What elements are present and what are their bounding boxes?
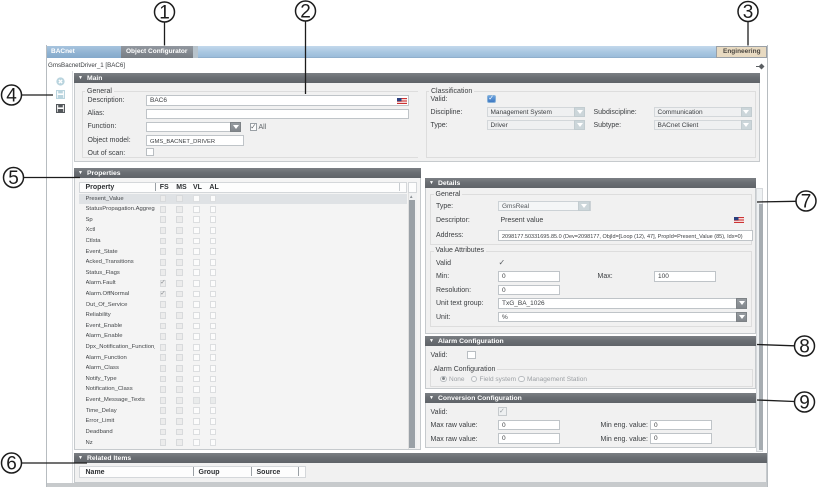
svg-text:4: 4 [6,86,17,107]
svg-text:6: 6 [6,454,17,475]
svg-text:9: 9 [799,393,810,414]
svg-text:7: 7 [801,192,812,213]
svg-text:8: 8 [799,337,810,358]
svg-text:5: 5 [8,168,19,189]
svg-text:3: 3 [743,2,754,23]
svg-text:2: 2 [300,2,311,23]
svg-text:1: 1 [159,3,170,24]
